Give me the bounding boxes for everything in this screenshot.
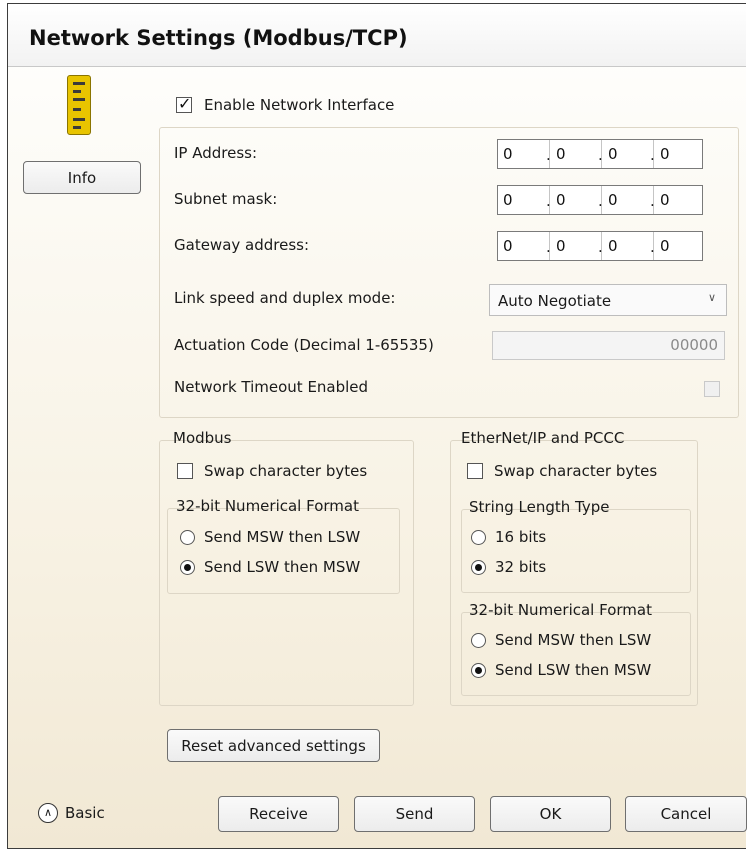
- gateway-address-field[interactable]: . . .: [497, 231, 703, 261]
- network-settings-group: [159, 127, 739, 418]
- string-length-32-radio[interactable]: [471, 560, 486, 575]
- subnet-octet-1[interactable]: [503, 186, 543, 214]
- enable-network-checkbox[interactable]: [176, 94, 192, 113]
- chevron-up-circle-icon: ∧: [38, 803, 58, 823]
- ethernet-numerical-format-group: [461, 612, 691, 696]
- modbus-msw-lsw-radio[interactable]: [180, 530, 195, 545]
- modbus-numerical-format-label: 32-bit Numerical Format: [176, 497, 359, 515]
- subnet-octet-3[interactable]: [608, 186, 648, 214]
- gateway-octet-3[interactable]: [608, 232, 648, 260]
- ethernet-ip-group-label: EtherNet/IP and PCCC: [461, 429, 625, 447]
- ip-address-label: IP Address:: [174, 144, 258, 162]
- string-length-group: [461, 509, 691, 593]
- ethernet-swap-bytes-label: Swap character bytes: [494, 462, 658, 480]
- dialog-title: Network Settings (Modbus/TCP): [29, 26, 408, 50]
- string-length-16-radio[interactable]: [471, 530, 486, 545]
- ip-octet-1[interactable]: [503, 140, 543, 168]
- subnet-octet-4[interactable]: [660, 186, 700, 214]
- info-button[interactable]: Info: [23, 161, 141, 194]
- modbus-lsw-msw-radio[interactable]: [180, 560, 195, 575]
- ip-address-field[interactable]: . . .: [497, 139, 703, 169]
- modbus-swap-bytes-checkbox[interactable]: [177, 463, 193, 479]
- ethernet-lsw-msw-radio[interactable]: [471, 663, 486, 678]
- ok-button[interactable]: OK: [490, 796, 611, 832]
- ethernet-numerical-format-label: 32-bit Numerical Format: [469, 601, 652, 619]
- actuation-code-label: Actuation Code (Decimal 1-65535): [174, 336, 434, 354]
- gateway-address-label: Gateway address:: [174, 236, 310, 254]
- network-timeout-checkbox: [704, 381, 720, 397]
- basic-label: Basic: [65, 804, 105, 822]
- modbus-swap-bytes-label: Swap character bytes: [204, 462, 368, 480]
- modbus-msw-lsw-label: Send MSW then LSW: [204, 528, 361, 546]
- subnet-octet-2[interactable]: [556, 186, 596, 214]
- basic-toggle[interactable]: ∧ Basic: [38, 799, 138, 829]
- reset-advanced-button[interactable]: Reset advanced settings: [167, 729, 380, 762]
- link-speed-select[interactable]: Auto Negotiate ∨: [489, 284, 727, 316]
- receive-button[interactable]: Receive: [218, 796, 339, 832]
- ip-octet-2[interactable]: [556, 140, 596, 168]
- dialog-window: Network Settings (Modbus/TCP) Info Enabl…: [7, 3, 747, 849]
- send-button[interactable]: Send: [354, 796, 475, 832]
- string-length-label: String Length Type: [469, 498, 610, 516]
- cancel-button[interactable]: Cancel: [625, 796, 747, 832]
- subnet-mask-field[interactable]: . . .: [497, 185, 703, 215]
- network-timeout-label: Network Timeout Enabled: [174, 378, 369, 396]
- title-bar: Network Settings (Modbus/TCP): [8, 4, 746, 67]
- gateway-octet-2[interactable]: [556, 232, 596, 260]
- modbus-group-label: Modbus: [173, 429, 232, 447]
- chevron-down-icon: ∨: [708, 291, 717, 304]
- modbus-numerical-format-group: [167, 508, 400, 594]
- subnet-mask-label: Subnet mask:: [174, 190, 278, 208]
- link-speed-value: Auto Negotiate: [498, 292, 612, 310]
- ip-octet-4[interactable]: [660, 140, 700, 168]
- enable-network-label: Enable Network Interface: [204, 96, 395, 114]
- ethernet-lsw-msw-label: Send LSW then MSW: [495, 661, 652, 679]
- ethernet-swap-bytes-checkbox[interactable]: [467, 463, 483, 479]
- gateway-octet-1[interactable]: [503, 232, 543, 260]
- ethernet-msw-lsw-radio[interactable]: [471, 633, 486, 648]
- string-length-16-label: 16 bits: [495, 528, 547, 546]
- link-speed-label: Link speed and duplex mode:: [174, 289, 396, 307]
- gateway-octet-4[interactable]: [660, 232, 700, 260]
- ip-octet-3[interactable]: [608, 140, 648, 168]
- modbus-lsw-msw-label: Send LSW then MSW: [204, 558, 361, 576]
- actuation-code-field: 00000: [492, 331, 725, 360]
- string-length-32-label: 32 bits: [495, 558, 547, 576]
- ethernet-msw-lsw-label: Send MSW then LSW: [495, 631, 652, 649]
- device-module-icon: [67, 75, 91, 135]
